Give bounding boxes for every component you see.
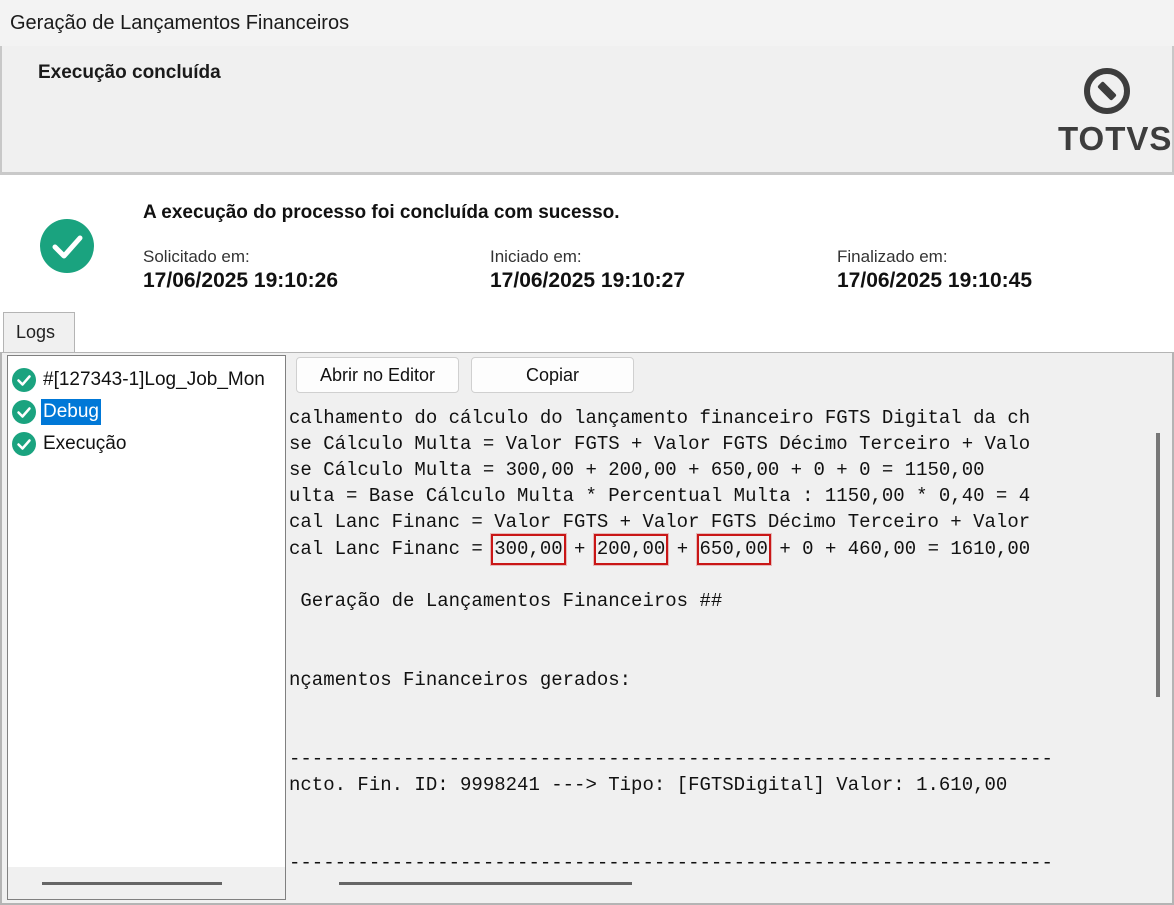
- log-horizontal-scrollbar[interactable]: [339, 882, 632, 885]
- log-line: ncto. Fin. ID: 9998241 ---> Tipo: [FGTSD…: [289, 774, 1008, 796]
- header-subtitle: Execução concluída: [38, 62, 221, 83]
- open-in-editor-button[interactable]: Abrir no Editor: [296, 357, 459, 393]
- log-line: calhamento do cálculo do lançamento fina…: [289, 407, 1031, 429]
- tab-logs[interactable]: Logs: [3, 312, 75, 354]
- tab-logs-label: Logs: [16, 322, 56, 342]
- requested-label: Solicitado em:: [143, 247, 250, 266]
- log-text: +: [562, 538, 597, 560]
- finished-label: Finalizado em:: [837, 247, 948, 266]
- log-text: cal Lanc Financ =: [289, 538, 495, 560]
- requested-time-block: Solicitado em: 17/06/2025 19:10:26: [143, 247, 338, 293]
- log-text: +: [665, 538, 700, 560]
- tree-item-label: #[127343-1]Log_Job_Mon: [43, 369, 265, 390]
- window-titlebar: Geração de Lançamentos Financeiros: [0, 0, 1174, 46]
- highlighted-value: 300,00: [491, 534, 567, 565]
- requested-value: 17/06/2025 19:10:26: [143, 269, 338, 292]
- log-line: cal Lanc Financ = Valor FGTS + Valor FGT…: [289, 511, 1031, 533]
- totvs-logo-icon: [1084, 68, 1130, 114]
- tree-scroll-thumb[interactable]: [42, 882, 222, 885]
- window-title: Geração de Lançamentos Financeiros: [10, 12, 350, 34]
- dialog-header: Execução concluída TOTVS: [0, 46, 1174, 172]
- log-line: ----------------------------------------…: [289, 852, 1053, 872]
- logs-panel: #[127343-1]Log_Job_Mon Debug Execução Ab…: [0, 352, 1174, 905]
- log-line: se Cálculo Multa = Valor FGTS + Valor FG…: [289, 433, 1031, 455]
- started-time-block: Iniciado em: 17/06/2025 19:10:27: [490, 247, 685, 293]
- check-circle-icon: [12, 368, 36, 392]
- started-value: 17/06/2025 19:10:27: [490, 269, 685, 292]
- tree-horizontal-scrollbar[interactable]: [8, 867, 285, 899]
- log-line-highlighted: cal Lanc Financ = 300,00 + 200,00 + 650,…: [289, 534, 1031, 565]
- log-line: Geração de Lançamentos Financeiros ##: [289, 590, 723, 612]
- check-circle-icon: [40, 219, 94, 273]
- check-circle-icon: [12, 432, 36, 456]
- started-label: Iniciado em:: [490, 247, 582, 266]
- check-circle-icon: [12, 400, 36, 424]
- logo-text: TOTVS: [1058, 120, 1173, 157]
- finished-value: 17/06/2025 19:10:45: [837, 269, 1032, 292]
- copy-button[interactable]: Copiar: [471, 357, 634, 393]
- log-vertical-scrollbar[interactable]: [1156, 433, 1160, 697]
- log-line: ----------------------------------------…: [289, 748, 1053, 770]
- log-line: ulta = Base Cálculo Multa * Percentual M…: [289, 485, 1031, 507]
- highlighted-value: 200,00: [593, 534, 669, 565]
- tree-item-label: Debug: [41, 399, 101, 425]
- log-line: nçamentos Financeiros gerados:: [289, 669, 632, 691]
- status-message: A execução do processo foi concluída com…: [143, 202, 620, 223]
- log-text-area[interactable]: calhamento do cálculo do lançamento fina…: [289, 400, 1147, 872]
- log-line: se Cálculo Multa = 300,00 + 200,00 + 650…: [289, 459, 985, 481]
- log-tree[interactable]: #[127343-1]Log_Job_Mon Debug Execução: [7, 355, 286, 900]
- finished-time-block: Finalizado em: 17/06/2025 19:10:45: [837, 247, 1032, 293]
- log-text: + 0 + 460,00 = 1610,00: [767, 538, 1031, 560]
- status-section: A execução do processo foi concluída com…: [0, 175, 1174, 313]
- totvs-logo: TOTVS: [1058, 68, 1173, 158]
- tree-item-label: Execução: [43, 433, 127, 454]
- highlighted-value: 650,00: [696, 534, 772, 565]
